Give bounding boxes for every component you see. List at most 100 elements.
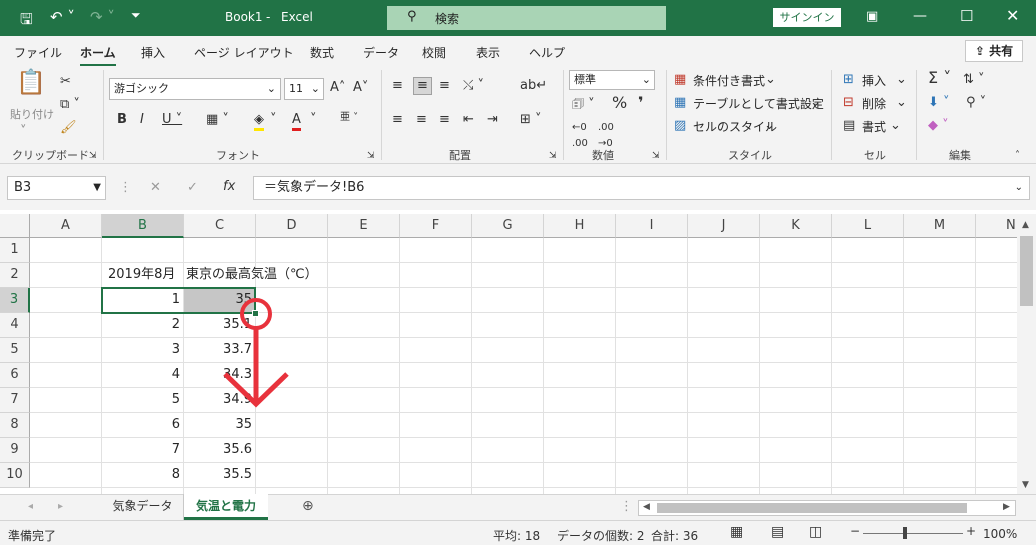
menu-data[interactable]: データ [363,44,399,61]
column-header-n[interactable]: N [976,214,1017,238]
cell-b10[interactable]: 8 [102,463,180,487]
chevron-down-icon[interactable]: ˅ [310,112,317,128]
number-launcher-icon[interactable]: ⇲ [652,148,660,164]
row-header-9[interactable]: 9 [0,438,30,463]
column-header-e[interactable]: E [328,214,400,238]
cell-styles-icon[interactable]: ▨ [674,118,686,134]
copy-icon[interactable]: ⧉ ˅ [60,97,80,113]
page-break-view-icon[interactable]: ◫ [809,524,822,540]
sheet-tab-temp-power[interactable]: 気温と電力 [184,494,268,520]
row-header-7[interactable]: 7 [0,388,30,413]
vertical-scrollbar[interactable]: ▲ ▼ [1017,214,1036,494]
worksheet-grid[interactable]: A B C D E F G H I J K L M N 1 2 3 4 5 6 … [0,214,1017,494]
underline-icon[interactable]: U ˅ [162,112,182,128]
orientation-icon[interactable]: ⤯ ˅ [463,78,484,94]
zoom-slider-track[interactable] [863,533,963,534]
align-top-icon[interactable]: ≡ [392,78,403,94]
close-icon[interactable]: ✕ [1006,6,1019,25]
zoom-slider-thumb[interactable] [903,527,907,539]
align-left-icon[interactable]: ≡ [392,112,403,128]
menu-view[interactable]: 表示 [476,44,500,61]
cancel-icon[interactable]: ✕ [150,180,161,196]
clear-icon[interactable]: ◆ ˅ [928,118,949,134]
zoom-out-icon[interactable]: − [850,524,860,538]
row-header-6[interactable]: 6 [0,363,30,388]
menu-home[interactable]: ホーム [80,44,116,67]
column-header-i[interactable]: I [616,214,688,238]
delete-cells-icon[interactable]: ⊟ [843,95,854,111]
format-cells-button[interactable]: 書式 [862,118,886,135]
cell-c2[interactable]: 東京の最高気温（℃） [186,263,318,287]
alignment-launcher-icon[interactable]: ⇲ [549,148,557,164]
next-sheet-icon[interactable]: ▸ [58,499,63,515]
column-header-f[interactable]: F [400,214,472,238]
scroll-left-icon[interactable]: ◀ [643,502,650,512]
chevron-down-icon[interactable]: ⌄ [896,95,907,111]
cell-b8[interactable]: 6 [102,413,180,437]
format-cells-icon[interactable]: ▤ [843,118,855,134]
search-box[interactable]: ⚲ 検索 [387,6,666,30]
share-button[interactable]: ⇪ 共有 [965,40,1023,62]
align-bottom-icon[interactable]: ≡ [439,78,450,94]
cell-b6[interactable]: 4 [102,363,180,387]
row-header-2[interactable]: 2 [0,263,30,288]
column-header-c[interactable]: C [184,214,256,238]
prev-sheet-icon[interactable]: ◂ [28,499,33,515]
status-count[interactable]: データの個数: 2 [557,527,645,544]
insert-function-icon[interactable]: fx [223,179,235,195]
menu-insert[interactable]: 挿入 [141,44,165,61]
customize-qat-icon[interactable]: ⏷ [131,8,141,23]
row-header-10[interactable]: 10 [0,463,30,488]
find-select-icon[interactable]: ⚲ ˅ [966,95,986,111]
chevron-down-icon[interactable]: ⌄ [896,72,907,88]
chevron-down-icon[interactable]: ⌄ [765,72,776,88]
format-as-table-button[interactable]: テーブルとして書式設定 [693,95,824,112]
menu-review[interactable]: 校閲 [422,44,446,61]
column-header-h[interactable]: H [544,214,616,238]
insert-cells-icon[interactable]: ⊞ [843,72,854,88]
column-header-k[interactable]: K [760,214,832,238]
number-format-select[interactable]: 標準 ⌄ [569,70,655,90]
horizontal-scrollbar[interactable]: ◀ ▶ [638,500,1016,516]
save-icon[interactable]: 🖫 [20,9,33,34]
font-size-select[interactable]: 11 ⌄ [284,78,324,100]
chevron-down-icon[interactable]: ˅ [270,112,277,128]
add-sheet-icon[interactable]: ⊕ [302,498,314,514]
chevron-down-icon[interactable]: ⌄ [890,118,901,134]
clipboard-launcher-icon[interactable]: ⇲ [89,148,97,164]
cell-b4[interactable]: 2 [102,313,180,337]
align-center-icon[interactable]: ≡ [416,112,427,128]
menu-file[interactable]: ファイル [14,44,62,61]
fill-color-icon[interactable]: ◈ [254,112,264,131]
font-launcher-icon[interactable]: ⇲ [367,148,375,164]
format-painter-icon[interactable]: 🖌 [60,120,77,136]
paste-icon[interactable]: 📋 [16,70,46,94]
conditional-format-icon[interactable]: ▦ [674,72,686,88]
cell-b5[interactable]: 3 [102,338,180,362]
comma-style-icon[interactable]: ❜ [638,95,644,111]
scroll-thumb[interactable] [1020,236,1033,306]
autosum-icon[interactable]: Σ ˅ [928,70,951,86]
column-header-m[interactable]: M [904,214,976,238]
cut-icon[interactable]: ✂ [60,74,71,90]
column-header-d[interactable]: D [256,214,328,238]
scroll-up-icon[interactable]: ▲ [1022,220,1029,230]
font-color-icon[interactable]: A [292,112,301,131]
status-average[interactable]: 平均: 18 [493,527,540,544]
row-header-1[interactable]: 1 [0,238,30,263]
insert-cells-button[interactable]: 挿入 [862,72,886,89]
tab-split-icon[interactable]: ⋮ [620,499,633,515]
page-layout-view-icon[interactable]: ▤ [771,524,784,540]
accounting-format-icon[interactable]: 🗊 ˅ [572,97,595,113]
row-header-8[interactable]: 8 [0,413,30,438]
increase-decimal-icon[interactable]: ←0.00 [572,120,588,152]
collapse-ribbon-icon[interactable]: ˄ [1015,148,1020,164]
column-header-a[interactable]: A [30,214,102,238]
phonetic-icon[interactable]: 亜 ˅ [340,110,358,126]
row-header-5[interactable]: 5 [0,338,30,363]
paste-dropdown-icon[interactable]: ˅ [20,124,27,140]
minimize-icon[interactable]: — [913,8,927,24]
delete-cells-button[interactable]: 削除 [862,95,886,112]
column-header-l[interactable]: L [832,214,904,238]
sheet-tab-weather[interactable]: 気象データ [102,494,184,520]
